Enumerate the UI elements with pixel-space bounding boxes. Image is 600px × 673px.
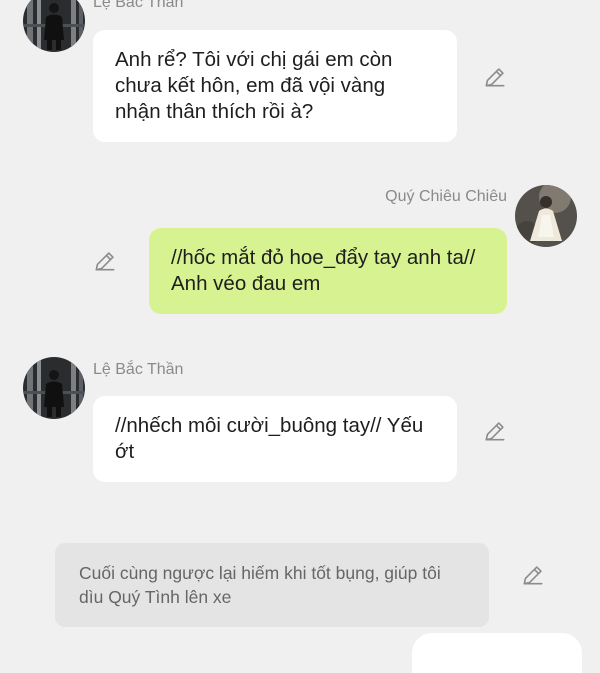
message-bubble: //hốc mắt đỏ hoe_đẩy tay anh ta// Anh vé… xyxy=(149,228,507,314)
narration-bubble: Cuối cùng ngược lại hiếm khi tốt bụng, g… xyxy=(55,543,489,627)
pencil-icon xyxy=(92,248,118,274)
character-avatar-light-icon xyxy=(515,185,577,247)
sender-name: Lệ Bắc Thần xyxy=(93,361,184,378)
message-text: //hốc mắt đỏ hoe_đẩy tay anh ta// Anh vé… xyxy=(171,246,476,295)
pencil-icon xyxy=(482,64,508,90)
message-bubble: //nhếch môi cười_buông tay// Yếu ớt xyxy=(93,396,457,482)
avatar-quy-chieu-chieu[interactable] xyxy=(515,185,577,247)
pencil-icon xyxy=(520,562,546,588)
pencil-icon xyxy=(482,418,508,444)
edit-message-button[interactable] xyxy=(520,562,546,588)
character-avatar-dark-icon xyxy=(23,0,85,52)
next-bubble-edge xyxy=(412,633,582,673)
message-text: //nhếch môi cười_buông tay// Yếu ớt xyxy=(115,414,424,463)
avatar-le-bac-than[interactable] xyxy=(23,357,85,419)
edit-message-button[interactable] xyxy=(482,64,508,90)
edit-message-button[interactable] xyxy=(92,248,118,274)
message-text: Anh rể? Tôi với chị gái em còn chưa kết … xyxy=(115,48,393,123)
avatar-le-bac-than[interactable] xyxy=(23,0,85,52)
edit-message-button[interactable] xyxy=(482,418,508,444)
sender-name: Lệ Bắc Thần xyxy=(93,0,184,11)
sender-name: Quý Chiêu Chiêu xyxy=(385,188,507,205)
narration-text: Cuối cùng ngược lại hiếm khi tốt bụng, g… xyxy=(79,563,441,607)
character-avatar-dark-icon xyxy=(23,357,85,419)
message-bubble: Anh rể? Tôi với chị gái em còn chưa kết … xyxy=(93,30,457,142)
